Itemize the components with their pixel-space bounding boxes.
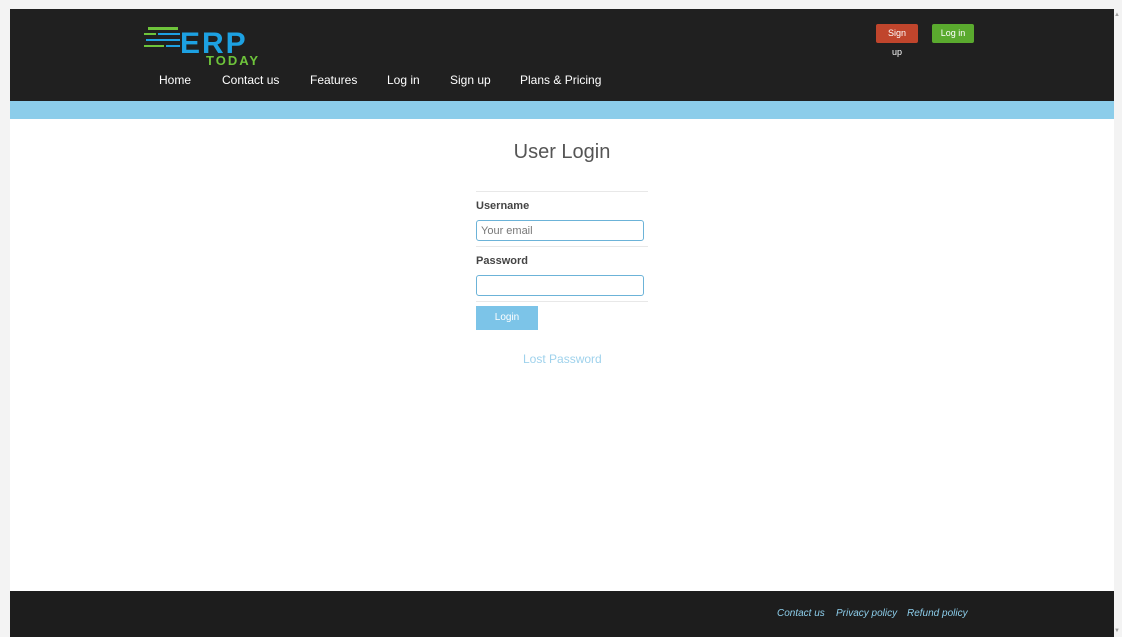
password-input[interactable]	[476, 275, 644, 296]
form-divider	[476, 246, 648, 247]
footer: Contact us Privacy policy Refund policy	[10, 591, 1114, 637]
nav-item-contact-us[interactable]: Contact us	[222, 73, 279, 87]
password-label: Password	[476, 255, 528, 267]
login-button[interactable]: Login	[476, 306, 538, 330]
logo-speed-lines	[144, 27, 180, 47]
nav-item-features[interactable]: Features	[310, 73, 357, 87]
footer-link-contact-us[interactable]: Contact us	[777, 608, 825, 619]
header-accent-band	[10, 101, 1114, 119]
nav-item-log-in[interactable]: Log in	[387, 73, 420, 87]
page: ERP TODAY Sign up Log in Home Contact us…	[10, 9, 1114, 637]
page-scrollbar[interactable]: ▲ ▼	[1114, 9, 1122, 637]
lost-password-link[interactable]: Lost Password	[523, 352, 602, 366]
scroll-up-arrow-icon[interactable]: ▲	[1114, 12, 1120, 18]
nav-item-home[interactable]: Home	[159, 73, 191, 87]
username-label: Username	[476, 200, 530, 212]
header: ERP TODAY Sign up Log in Home Contact us…	[10, 9, 1114, 101]
username-input[interactable]	[476, 220, 644, 241]
header-signup-button[interactable]: Sign up	[876, 24, 918, 57]
form-divider	[476, 191, 648, 192]
erp-today-logo[interactable]: ERP TODAY	[144, 23, 294, 67]
nav-item-plans-pricing[interactable]: Plans & Pricing	[520, 73, 601, 87]
footer-link-refund-policy[interactable]: Refund policy	[907, 608, 968, 619]
nav-item-sign-up[interactable]: Sign up	[450, 73, 491, 87]
scroll-down-arrow-icon[interactable]: ▼	[1114, 628, 1120, 634]
footer-link-privacy-policy[interactable]: Privacy policy	[836, 608, 897, 619]
page-title: User Login	[513, 141, 611, 163]
logo-today-text: TODAY	[206, 53, 260, 67]
form-divider	[476, 301, 648, 302]
header-login-button[interactable]: Log in	[932, 24, 974, 43]
